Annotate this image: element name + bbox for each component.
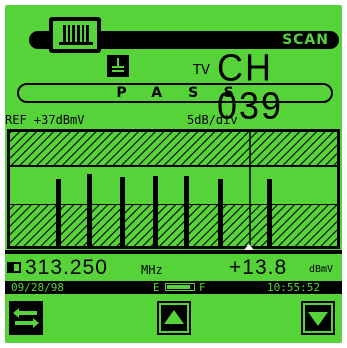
battery-fill <box>167 285 190 289</box>
carrier-bar <box>56 179 61 246</box>
carrier-bar <box>184 176 189 246</box>
down-arrow-icon <box>303 303 333 333</box>
carrier-bar <box>120 177 125 246</box>
pass-text: PASS <box>116 85 260 101</box>
level-value: +13.8 <box>229 256 288 279</box>
upper-limit-band <box>10 132 337 166</box>
swap-button[interactable] <box>9 301 43 335</box>
battery-empty-label: E <box>153 281 160 294</box>
battery-full-label: F <box>199 281 206 294</box>
up-arrow-icon <box>159 303 189 333</box>
frequency-icon <box>7 262 21 273</box>
reference-level: REF +37dBmV <box>5 113 85 127</box>
carrier-bar <box>218 179 223 246</box>
carrier-bar <box>87 174 92 246</box>
battery-gauge-icon <box>165 283 195 291</box>
frequency-unit: MHz <box>141 263 163 277</box>
spectrum-graph <box>7 129 340 249</box>
frequency-value: 313.250 <box>25 256 108 279</box>
carrier-bar <box>153 176 158 246</box>
scan-slider-thumb[interactable] <box>49 17 101 53</box>
scale-division: 5dB/div <box>187 113 238 127</box>
scan-label: SCAN <box>282 32 329 48</box>
spectrum-thumbnail-icon <box>63 25 90 43</box>
time-text: 10:55:52 <box>267 281 320 294</box>
down-button[interactable] <box>301 301 335 335</box>
spectrum-plot <box>10 132 337 246</box>
swap-arrows-icon <box>13 308 39 328</box>
marker-pointer-icon[interactable] <box>244 244 254 250</box>
status-bar: 09/28/98 E F 10:55:52 <box>5 281 342 294</box>
analyzer-screen: SCAN TV CH 039 PASS REF +37dBmV 5dB/div <box>5 5 342 343</box>
antenna-icon <box>107 55 129 77</box>
level-unit: dBmV <box>309 264 334 275</box>
date-text: 09/28/98 <box>11 281 64 294</box>
pass-status-banner: PASS <box>17 83 333 103</box>
marker-readout: 313.250 MHz +13.8 dBmV <box>5 256 342 279</box>
tv-label: TV <box>193 63 210 78</box>
carrier-bar <box>267 179 272 246</box>
frequency-axis <box>5 250 342 254</box>
up-button[interactable] <box>157 301 191 335</box>
